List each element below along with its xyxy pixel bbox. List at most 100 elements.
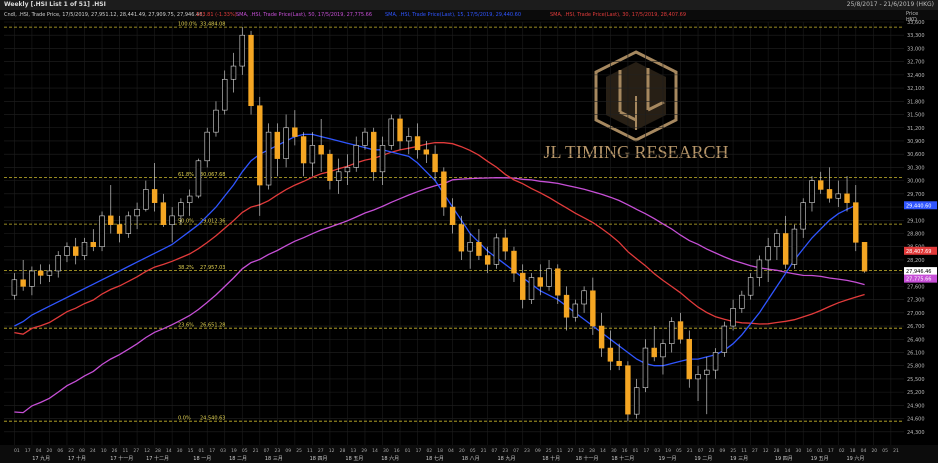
price-axis-tick: 24,300 xyxy=(907,430,925,436)
time-axis-month: 19 五月 xyxy=(811,456,829,462)
price-axis-tick: 30,300 xyxy=(907,165,925,171)
time-axis-day: 14 xyxy=(372,448,378,454)
price-chart: JL TIMING RESEARCH 100.0% 33,484.0861.8% 3… xyxy=(0,20,938,463)
candle-down xyxy=(598,325,605,349)
candle-down xyxy=(484,255,491,265)
time-axis-day: 12 xyxy=(144,448,150,454)
time-axis-day: 15 xyxy=(188,448,194,454)
time-axis-day: 11 xyxy=(307,448,313,454)
time-axis-day: 14 xyxy=(166,448,172,454)
price-tag-label: 27,775.66 xyxy=(906,277,931,283)
candle-up xyxy=(739,294,745,309)
time-axis-month: 18 三月 xyxy=(265,456,283,462)
candle-up xyxy=(362,131,368,146)
time-axis-day: 21 xyxy=(687,448,693,454)
price-axis-tick: 25,500 xyxy=(907,377,925,383)
fib-level-label: 23.6% xyxy=(178,323,194,329)
candle-up xyxy=(204,131,210,162)
time-axis-day: 27 xyxy=(318,448,324,454)
time-axis-day: 07 xyxy=(264,448,270,454)
price-axis-tick: 26,400 xyxy=(907,337,925,343)
time-axis-day: 05 xyxy=(242,448,248,454)
candle-down xyxy=(292,127,298,137)
candle-down xyxy=(563,294,570,318)
candle-down xyxy=(108,215,114,225)
price-axis-tick: 24,600 xyxy=(907,417,925,423)
candle-down xyxy=(511,250,517,274)
time-axis-day: 04 xyxy=(861,448,867,454)
candle-up xyxy=(29,270,35,287)
time-axis-day: 01 xyxy=(633,448,639,454)
time-axis-day: 25 xyxy=(296,448,302,454)
time-axis-day: 09 xyxy=(535,448,541,454)
candle-up xyxy=(712,352,719,371)
candle-down xyxy=(782,233,789,265)
price-axis-tick: 31,500 xyxy=(907,113,925,119)
price-axis-tick: 26,100 xyxy=(907,350,925,356)
candle-up xyxy=(169,215,175,225)
time-axis-day: 07 xyxy=(492,448,498,454)
candle-up xyxy=(800,202,806,230)
fib-level-value: 30,067.68 xyxy=(200,172,225,178)
candle-up xyxy=(581,290,587,305)
time-axis-month: 18 六月 xyxy=(381,455,399,462)
candle-up xyxy=(756,259,763,278)
time-axis-day: 07 xyxy=(513,448,519,454)
fib-level-value: 33,484.08 xyxy=(200,22,225,28)
candle-down xyxy=(818,180,824,190)
price-axis-tick: 28,800 xyxy=(907,232,925,238)
candle-down xyxy=(449,206,456,225)
time-axis-day: 03 xyxy=(220,448,226,454)
candle-up xyxy=(695,374,701,380)
candle-down xyxy=(537,277,543,287)
candle-down xyxy=(555,268,561,296)
time-axis-day: 18 xyxy=(850,448,856,454)
candle-up xyxy=(353,145,359,168)
price-axis-tick: 29,700 xyxy=(907,192,925,198)
candle-down xyxy=(458,224,465,252)
time-axis-month: 17 九月 xyxy=(32,455,50,462)
time-axis-day: 21 xyxy=(481,448,487,454)
time-axis-day: 28 xyxy=(589,448,595,454)
time-axis-day: 16 xyxy=(394,448,400,454)
time-axis-day: 27 xyxy=(752,448,758,454)
candle-down xyxy=(502,237,508,252)
candle-up xyxy=(642,347,649,389)
candle-up xyxy=(765,246,771,261)
candle-up xyxy=(283,127,289,159)
fib-level-label: 0.0% xyxy=(178,416,191,422)
price-axis-tick: 27,300 xyxy=(907,298,925,304)
candle-up xyxy=(64,246,70,256)
time-axis-month: 19 二月 xyxy=(694,456,712,462)
candle-up xyxy=(222,78,228,111)
candle-down xyxy=(90,242,96,248)
fib-level-value: 26,651.28 xyxy=(200,323,225,329)
time-axis-day: 30 xyxy=(383,448,389,454)
candle-down xyxy=(300,136,307,164)
time-axis-day: 25 xyxy=(730,448,736,454)
candle-down xyxy=(397,118,403,142)
price-tag-label: 29,440.60 xyxy=(906,203,931,209)
sma50-line xyxy=(14,177,865,414)
candle-up xyxy=(774,233,780,248)
fib-level-label: 61.8% xyxy=(178,172,194,178)
candle-down xyxy=(73,246,79,256)
price-axis-tick: 27,600 xyxy=(907,284,925,290)
candle-up xyxy=(344,167,351,173)
candle-up xyxy=(835,193,841,199)
time-axis-day: 18 xyxy=(437,448,443,454)
candle-up xyxy=(704,369,710,375)
price-axis-tick: 31,800 xyxy=(907,99,925,105)
time-axis-month: 18 十一月 xyxy=(576,455,599,462)
price-axis-tick: 31,200 xyxy=(907,126,925,132)
time-axis-day: 19 xyxy=(231,448,237,454)
price-axis-tick: 26,700 xyxy=(907,324,925,330)
time-axis-day: 04 xyxy=(36,448,42,454)
time-axis-day: 09 xyxy=(285,448,291,454)
candle-up xyxy=(546,268,552,287)
price-axis-tick: 32,100 xyxy=(907,86,925,92)
price-tag-label: 28,407.69 xyxy=(906,249,931,255)
time-axis-day: 01 xyxy=(405,448,411,454)
time-axis-day: 08 xyxy=(79,448,85,454)
time-axis-day: 01 xyxy=(817,448,823,454)
